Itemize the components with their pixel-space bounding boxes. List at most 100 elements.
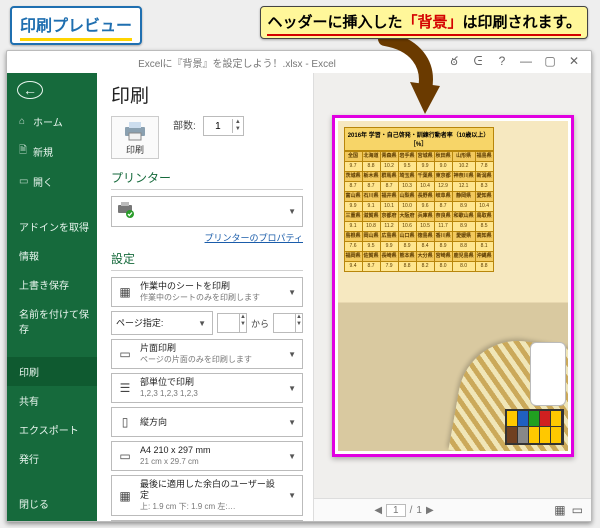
table-cell: 12.9	[434, 181, 452, 191]
zoom-to-page-button[interactable]: ▭	[572, 503, 583, 517]
chevron-down-icon: ▼	[286, 418, 298, 427]
chevron-up-icon[interactable]: ▲	[240, 314, 246, 321]
table-cell: 鳥取県	[475, 211, 493, 221]
banner-text-post: は印刷されます。	[462, 14, 581, 31]
sidebar-item-share[interactable]: 共有	[7, 386, 97, 415]
table-cell: 新潟県	[475, 171, 493, 181]
setting-paper-size[interactable]: ▭ A4 210 x 297 mm 21 cm x 29.7 cm ▼	[111, 441, 303, 471]
setting-print-scope[interactable]: ▦ 作業中のシートを印刷 作業中のシートのみを印刷します ▼	[111, 277, 303, 307]
chevron-down-icon[interactable]: ▼	[235, 126, 241, 133]
open-icon: ▭	[19, 176, 29, 187]
sidebar-item-close[interactable]: 閉じる	[7, 489, 97, 518]
sidebar-item-home[interactable]: ⌂ ホーム	[7, 107, 97, 136]
table-cell: 愛媛県	[452, 231, 475, 241]
help-icon[interactable]: ?	[495, 54, 509, 71]
table-cell: 兵庫県	[416, 211, 434, 221]
table-cell: 山口県	[398, 231, 416, 241]
copies-spinner[interactable]: ▲▼	[203, 116, 244, 136]
table-cell: 沖縄県	[475, 251, 493, 261]
page-single-icon: ▭	[116, 347, 134, 361]
banner-header-bg-note: ヘッダーに挿入した「背景」は印刷されます。	[260, 6, 588, 39]
page-range-to-label: から	[251, 317, 269, 330]
printer-icon	[122, 121, 148, 141]
sidebar-item-export[interactable]: エクスポート	[7, 415, 97, 444]
sidebar-item-label: エクスポート	[19, 422, 79, 437]
sidebar-item-info[interactable]: 情報	[7, 241, 97, 270]
next-page-button[interactable]: ▶	[426, 505, 434, 516]
chevron-up-icon[interactable]: ▲	[296, 314, 302, 321]
setting-page-range: ページ指定: ▼ ▲▼ から ▲▼	[111, 311, 303, 335]
sidebar-item-blank	[7, 343, 97, 357]
sidebar-item-get-addins[interactable]: アドインを取得	[7, 212, 97, 241]
page-to-input[interactable]	[274, 314, 295, 332]
setting-line2: 上: 1.9 cm 下: 1.9 cm 左:…	[140, 502, 236, 511]
table-cell: 福岡県	[344, 251, 362, 261]
close-icon[interactable]: ✕	[567, 54, 581, 71]
table-cell: 8.8	[475, 261, 493, 271]
sidebar-item-label: 名前を付けて保存	[19, 306, 89, 336]
page-total: 1	[416, 505, 422, 516]
setting-collate[interactable]: ☰ 部単位で印刷 1,2,3 1,2,3 1,2,3 ▼	[111, 373, 303, 403]
table-cell: 8.0	[434, 261, 452, 271]
table-cell: 10.5	[416, 221, 434, 231]
table-cell: 高知県	[475, 231, 493, 241]
chevron-up-icon[interactable]: ▲	[235, 119, 241, 126]
table-cell: 静岡県	[452, 191, 475, 201]
printer-properties-link[interactable]: プリンターのプロパティ	[111, 231, 303, 244]
sidebar-item-save[interactable]: 上書き保存	[7, 270, 97, 299]
table-cell: 栃木県	[362, 171, 380, 181]
page-from-spinner[interactable]: ▲▼	[217, 313, 247, 333]
table-cell: 秋田県	[434, 151, 452, 161]
setting-line1: 片面印刷	[140, 343, 176, 353]
copies-input[interactable]	[204, 121, 232, 132]
sidebar-item-label: 開く	[33, 174, 53, 189]
sidebar-item-print[interactable]: 印刷	[7, 357, 97, 386]
chevron-down-icon: ▼	[286, 288, 298, 297]
page-range-label-dd[interactable]: ページ指定: ▼	[111, 311, 213, 335]
setting-margins[interactable]: ▦ 最後に適用した余白のユーザー設定 上: 1.9 cm 下: 1.9 cm 左…	[111, 475, 303, 516]
show-margins-button[interactable]: ▦	[554, 503, 565, 517]
chevron-down-icon[interactable]: ▼	[240, 321, 246, 328]
sidebar-item-new[interactable]: 🗎 新規	[7, 136, 97, 167]
table-cell: 神奈川県	[452, 171, 475, 181]
table-cell: 8.1	[475, 241, 493, 251]
user-icon[interactable]: ఠ	[447, 54, 461, 71]
setting-orientation[interactable]: ▯ 縦方向 ▼	[111, 407, 303, 437]
table-cell: 8.7	[362, 181, 380, 191]
page-to-spinner[interactable]: ▲▼	[273, 313, 303, 333]
section-settings: 設定	[111, 250, 303, 267]
page-from-input[interactable]	[218, 314, 239, 332]
table-cell: 広島県	[380, 231, 398, 241]
minimize-icon[interactable]: ―	[519, 54, 533, 71]
maximize-icon[interactable]: ▢	[543, 54, 557, 71]
table-cell: 宮城県	[416, 151, 434, 161]
print-button[interactable]: 印刷	[111, 116, 159, 159]
table-cell: 9.1	[344, 221, 362, 231]
sidebar-item-label: 発行	[19, 451, 39, 466]
preview-footer: ◀ 1 / 1 ▶ ▦ ▭	[314, 498, 591, 521]
table-cell: 8.2	[416, 261, 434, 271]
sidebar-item-open[interactable]: ▭ 開く	[7, 167, 97, 196]
page-current-box[interactable]: 1	[386, 504, 406, 517]
table-cell: 8.4	[416, 241, 434, 251]
setting-scaling[interactable]: ▣ シートを 1 ページに印刷 1 ページに収まるように印刷イメー… ▼	[111, 520, 303, 521]
table-cell: 11.7	[434, 221, 452, 231]
setting-duplex[interactable]: ▭ 片面印刷 ページの片面のみを印刷します ▼	[111, 339, 303, 369]
chevron-down-icon[interactable]: ▼	[296, 321, 302, 328]
sidebar-item-save-as[interactable]: 名前を付けて保存	[7, 299, 97, 343]
sidebar-item-label: 閉じる	[19, 496, 49, 511]
sidebar-item-label: アドインを取得	[19, 219, 89, 234]
table-cell: 宮崎県	[434, 251, 452, 261]
table-cell: 山形県	[452, 151, 475, 161]
table-cell: 8.8	[398, 261, 416, 271]
sidebar-item-label: 新規	[33, 144, 53, 159]
printer-dropdown[interactable]: ▼	[111, 196, 303, 227]
sidebar-item-publish[interactable]: 発行	[7, 444, 97, 473]
table-cell: 徳島県	[416, 231, 434, 241]
prev-page-button[interactable]: ◀	[374, 505, 382, 516]
table-cell: 奈良県	[434, 211, 452, 221]
sidebar-item-label: 印刷	[19, 364, 39, 379]
back-button[interactable]: ←	[17, 81, 43, 99]
coming-soon-icon[interactable]: ᕮ	[471, 54, 485, 71]
preview-page: 2016年 学習・自己啓発・訓練行動者率（10歳以上）［%］ 全国北海道青森県岩…	[338, 121, 568, 451]
